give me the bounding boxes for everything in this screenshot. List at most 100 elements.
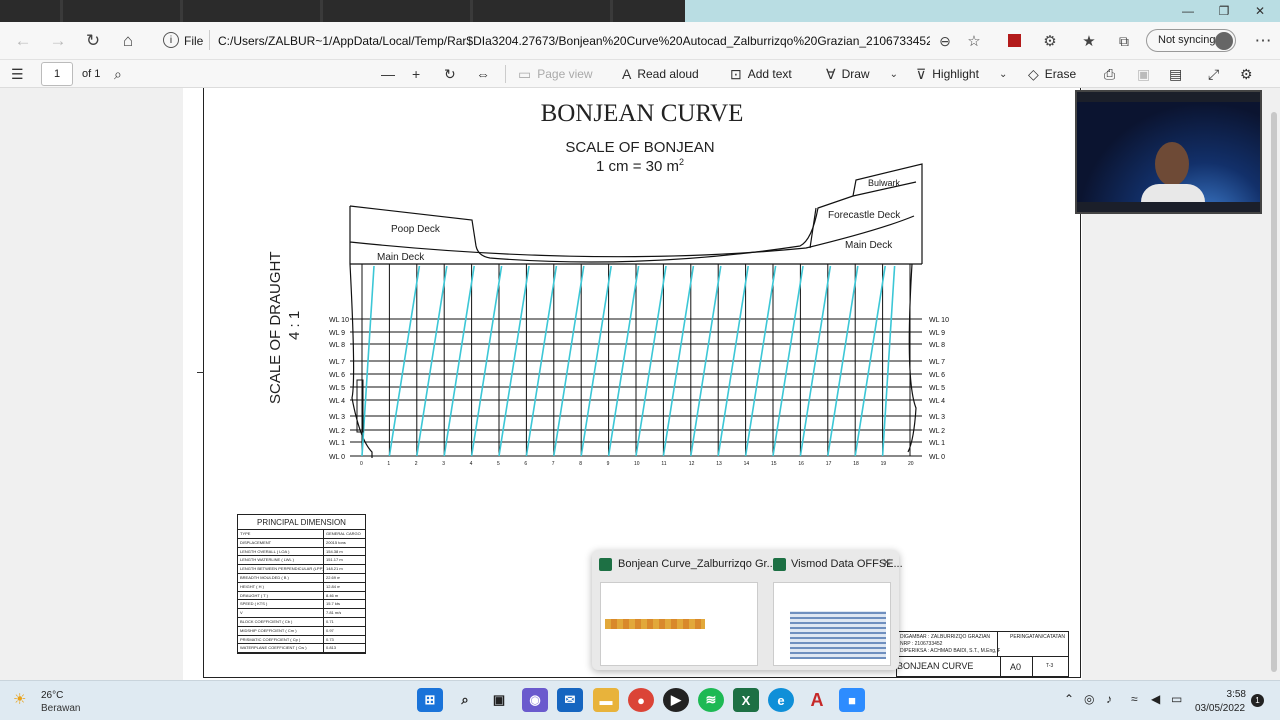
start-icon[interactable]: ⊞ xyxy=(417,688,443,712)
dimension-row: MIDSHIP COEFFICIENT ( Cm ) 0.97 xyxy=(238,626,365,636)
thumbnail-preview-1[interactable] xyxy=(600,582,758,666)
dimension-row: LENGTH OVERALL ( LOA ) 154.38 m xyxy=(238,547,365,557)
microphone-icon[interactable]: ♪ xyxy=(1106,692,1112,706)
dimension-row: DISPLACEMENT 20015 tons xyxy=(238,538,365,548)
weather-icon[interactable]: ☀ xyxy=(13,690,26,708)
waterline-label-right: WL 1 xyxy=(929,440,945,447)
battery-icon[interactable]: ▭ xyxy=(1171,692,1182,706)
bulwark-label: Bulwark xyxy=(868,178,901,188)
dimension-label: LENGTH BETWEEN PERPENDICULAR (LPP) xyxy=(240,565,324,573)
waterline-label-left: WL 9 xyxy=(329,330,345,337)
volume-icon[interactable]: ◀ xyxy=(1151,692,1160,706)
excel-icon xyxy=(599,558,612,571)
dimension-label: LENGTH WATERLINE ( LWL ) xyxy=(238,556,324,565)
station-label: 17 xyxy=(826,461,832,467)
dimension-label: V xyxy=(238,609,324,617)
task-view-icon[interactable]: ▣ xyxy=(486,688,512,712)
waterline-label-right: WL 7 xyxy=(929,359,945,366)
dimension-row: PRISMATIC COEFFICIENT ( Cp ) 0.73 xyxy=(238,635,365,645)
principal-dimension-table: PRINCIPAL DIMENSION TYPE GENERAL CARGO DIS… xyxy=(237,514,366,655)
dimension-row: DRAUGHT ( T ) 8.46 m xyxy=(238,591,365,601)
vertical-scrollbar[interactable] xyxy=(1268,88,1280,680)
chrome-icon[interactable]: ● xyxy=(628,688,654,712)
remarks-label: PERINGATAN/CATATAN xyxy=(1010,634,1066,640)
station-label: 1 xyxy=(387,461,390,467)
file-explorer-icon[interactable]: ▬ xyxy=(593,688,619,712)
wifi-icon[interactable]: ≈ xyxy=(1131,692,1138,706)
thumbnail-title-1[interactable]: Bonjean Curve_Zalburrizqo Gr... xyxy=(618,558,776,570)
chevron-up-icon[interactable]: ⌃ xyxy=(1064,692,1074,706)
waterline-label-left: WL 3 xyxy=(329,414,345,421)
meet-now-icon[interactable]: ◎ xyxy=(1084,692,1094,706)
station-label: 5 xyxy=(497,461,500,467)
deck-lines xyxy=(349,181,917,264)
waterline-label-left: WL 1 xyxy=(329,440,345,447)
waterline-label-left: WL 10 xyxy=(329,317,349,324)
station-label: 9 xyxy=(607,461,610,467)
dimension-row: WATERPLANE COEFFICIENT ( Cw ) 0.813 xyxy=(238,644,365,654)
title-block-divider xyxy=(1032,657,1033,677)
waterline-label-left: WL 6 xyxy=(329,372,345,379)
dimension-row: TYPE GENERAL CARGO xyxy=(238,530,365,539)
webcam-person-shirt xyxy=(1141,184,1205,202)
principal-dimension-title: PRINCIPAL DIMENSION xyxy=(238,515,365,530)
notification-badge[interactable]: 1 xyxy=(1251,694,1264,707)
station-label: 0 xyxy=(360,461,363,467)
station-label: 16 xyxy=(798,461,804,467)
autocad-icon[interactable]: A xyxy=(804,688,830,712)
station-label: 12 xyxy=(689,461,695,467)
dimension-row: BLOCK COEFFICIENT ( Cb ) 0.71 xyxy=(238,617,365,627)
spotify-icon[interactable]: ≋ xyxy=(698,688,724,712)
waterline-label-left: WL 2 xyxy=(329,428,345,435)
mail-icon[interactable]: ✉ xyxy=(557,688,583,712)
dimension-value: 20015 tons xyxy=(326,539,346,545)
poop-deck-label: Poop Deck xyxy=(391,224,440,235)
drawn-by: DIGAMBAR : ZALBURRIZQO GRAZIAN xyxy=(900,634,991,640)
dimension-value: GENERAL CARGO xyxy=(326,531,361,536)
dimension-label: HEIGHT ( H ) xyxy=(238,582,324,591)
checked-by: DIPERIKSA : ACHMAD BAIDI, S.T., M.Eng, P… xyxy=(900,648,1000,654)
title-block: DIGAMBAR : ZALBURRIZQO GRAZIAN NRP : 210… xyxy=(896,631,1069,677)
station-label: 15 xyxy=(771,461,777,467)
dimension-value: 154.38 m xyxy=(326,548,343,554)
webcam-overlay[interactable] xyxy=(1075,90,1262,214)
excel-taskbar-icon[interactable]: X xyxy=(733,688,759,712)
waterline-label-right: WL 9 xyxy=(929,330,945,337)
weather-desc[interactable]: Berawan xyxy=(41,703,80,714)
edge-icon[interactable]: e xyxy=(768,688,794,712)
waterline-label-right: WL 2 xyxy=(929,428,945,435)
dimension-row: BREADTH MOULDED ( B ) 22.69 m xyxy=(238,573,365,583)
dimension-value: 22.69 m xyxy=(326,574,341,580)
thumbnail-preview-2[interactable] xyxy=(773,582,891,666)
drawing-name: BONJEAN CURVE xyxy=(897,661,974,671)
media-player-icon[interactable]: ▶ xyxy=(663,688,689,712)
waterline-label-left: WL 0 xyxy=(329,454,345,461)
dimension-label: BREADTH MOULDED ( B ) xyxy=(238,573,324,582)
station-label: 10 xyxy=(634,461,640,467)
nrp: NRP : 2106733452 xyxy=(900,641,943,647)
dimension-value: 0.71 xyxy=(326,618,334,624)
station-label: 19 xyxy=(881,461,887,467)
dimension-value: 7.81 m/s xyxy=(326,610,342,616)
main-deck-fwd-label: Main Deck xyxy=(845,240,893,251)
clock-time[interactable]: 3:58 xyxy=(1222,689,1246,700)
chat-icon[interactable]: ◉ xyxy=(522,688,548,712)
dimension-row: HEIGHT ( H ) 12.84 m xyxy=(238,582,365,592)
search-icon[interactable]: ⌕ xyxy=(452,688,478,712)
close-icon[interactable]: ✕ xyxy=(882,556,891,569)
clock-date[interactable]: 03/05/2022 xyxy=(1195,703,1245,714)
title-block-divider xyxy=(1000,657,1001,677)
dimension-label: PRISMATIC COEFFICIENT ( Cp ) xyxy=(238,635,324,644)
dimension-label: DRAUGHT ( T ) xyxy=(238,591,324,600)
dimension-row: LENGTH BETWEEN PERPENDICULAR (LPP) 148.21… xyxy=(238,565,365,574)
webcam-person xyxy=(1155,142,1189,186)
station-label: 6 xyxy=(524,461,527,467)
zoom-app-icon[interactable]: ■ xyxy=(839,688,865,712)
scrollbar-thumb[interactable] xyxy=(1271,112,1277,672)
weather-temp[interactable]: 26°C xyxy=(41,690,63,701)
dimension-row: SPEED ( KTS ) 15.7 kts xyxy=(238,600,365,610)
taskbar-preview-popup: Bonjean Curve_Zalburrizqo Gr... Vismod D… xyxy=(592,550,903,670)
station-label: 11 xyxy=(661,461,666,467)
dimension-value: 12.84 m xyxy=(326,583,341,589)
station-label: 18 xyxy=(853,461,859,467)
